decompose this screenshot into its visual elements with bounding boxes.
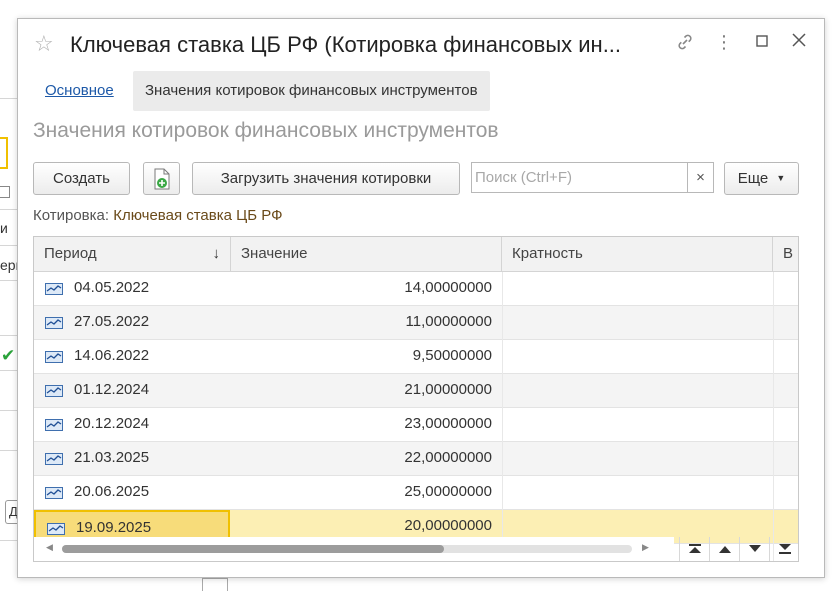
title-bar: ☆ Ключевая ставка ЦБ РФ (Котировка финан… — [18, 19, 824, 71]
period-cell: 20.06.2025 — [34, 476, 230, 509]
next-row-button[interactable] — [739, 537, 769, 561]
bg-text: и — [0, 220, 8, 236]
value-cell: 25,00000000 — [404, 483, 492, 500]
star-icon[interactable]: ☆ — [34, 31, 54, 57]
quote-value-icon — [45, 487, 63, 499]
period-value: 04.05.2022 — [74, 279, 150, 296]
bg-divider — [0, 335, 18, 336]
table-row[interactable]: 20.12.2024 23,00000000 — [34, 408, 798, 442]
bg-check-icon: ✔ — [1, 346, 16, 365]
previous-row-button[interactable] — [709, 537, 739, 561]
create-button[interactable]: Создать — [33, 162, 130, 195]
bg-divider — [0, 410, 18, 411]
period-cell: 04.05.2022 — [34, 272, 230, 305]
table-row[interactable]: 01.12.2024 21,00000000 — [34, 374, 798, 408]
value-cell: 9,50000000 — [412, 347, 492, 364]
last-row-button[interactable] — [769, 537, 798, 561]
bg-bottom-control — [202, 578, 228, 591]
period-value: 27.05.2022 — [74, 313, 150, 330]
quote-values-window: ☆ Ключевая ставка ЦБ РФ (Котировка финан… — [17, 18, 825, 578]
sort-descending-icon: ↓ — [212, 245, 221, 262]
close-icon[interactable] — [787, 32, 811, 53]
quote-info: Котировка: Ключевая ставка ЦБ РФ — [33, 207, 283, 224]
first-row-button[interactable] — [679, 537, 709, 561]
link-icon[interactable] — [673, 32, 697, 57]
bg-divider — [0, 370, 18, 371]
bg-divider — [0, 245, 18, 246]
quote-value-icon — [45, 419, 63, 431]
clear-search-button[interactable]: × — [687, 163, 713, 192]
period-cell: 27.05.2022 — [34, 306, 230, 339]
bg-divider — [0, 280, 18, 281]
dropdown-arrow-icon: ▼ — [776, 173, 786, 183]
value-cell: 21,00000000 — [404, 381, 492, 398]
period-cell: 14.06.2022 — [34, 340, 230, 373]
more-button-label: Еще — [737, 170, 769, 187]
period-value: 20.06.2025 — [74, 483, 150, 500]
column-divider — [502, 272, 503, 561]
value-cell: 20,00000000 — [404, 517, 492, 534]
search-field: × — [471, 162, 714, 193]
column-header-label: Период — [44, 245, 97, 262]
period-cell: 21.03.2025 — [34, 442, 230, 475]
column-header-multiplicity[interactable]: Кратность — [502, 237, 773, 272]
scroll-right-icon[interactable]: ▶ — [642, 542, 649, 553]
form-title: Значения котировок финансовых инструмент… — [33, 119, 499, 142]
scrollbar-thumb[interactable] — [62, 545, 444, 553]
column-header-truncated[interactable]: В — [773, 237, 798, 272]
bg-divider — [0, 540, 18, 541]
more-icon[interactable]: ⋮ — [712, 32, 736, 53]
value-cell: 14,00000000 — [404, 279, 492, 296]
table-row[interactable]: 04.05.2022 14,00000000 — [34, 272, 798, 306]
tab-main[interactable]: Основное — [45, 82, 114, 99]
tab-quote-values[interactable]: Значения котировок финансовых инструмент… — [133, 71, 490, 111]
copy-document-button[interactable] — [143, 162, 180, 195]
quote-value-icon — [47, 523, 65, 535]
column-header-period[interactable]: Период ↓ — [34, 237, 231, 272]
period-value: 21.03.2025 — [74, 449, 150, 466]
column-header-value[interactable]: Значение — [231, 237, 502, 272]
search-input[interactable] — [472, 163, 684, 192]
period-cell: 20.12.2024 — [34, 408, 230, 441]
period-value: 20.12.2024 — [74, 415, 150, 432]
quote-value-icon — [45, 283, 63, 295]
table-header: Период ↓ Значение Кратность В — [34, 237, 798, 272]
load-quote-values-button[interactable]: Загрузить значения котировки — [192, 162, 460, 195]
table-row[interactable]: 20.06.2025 25,00000000 — [34, 476, 798, 510]
quote-value-icon — [45, 453, 63, 465]
bg-divider — [0, 98, 18, 99]
value-cell: 22,00000000 — [404, 449, 492, 466]
last-icon — [778, 544, 791, 554]
quote-value[interactable]: Ключевая ставка ЦБ РФ — [113, 207, 282, 224]
quote-label: Котировка: — [33, 207, 110, 224]
up-icon — [718, 546, 731, 553]
period-value: 01.12.2024 — [74, 381, 150, 398]
table-row[interactable]: 14.06.2022 9,50000000 — [34, 340, 798, 374]
table-row[interactable]: 27.05.2022 11,00000000 — [34, 306, 798, 340]
background-window: и ери ✔ Д — [0, 0, 23, 591]
maximize-icon[interactable] — [750, 32, 774, 53]
bg-calendar-icon — [0, 186, 10, 198]
quote-value-icon — [45, 317, 63, 329]
quote-value-icon — [45, 351, 63, 363]
down-icon — [748, 545, 761, 552]
table-row[interactable]: 21.03.2025 22,00000000 — [34, 442, 798, 476]
window-title: Ключевая ставка ЦБ РФ (Котировка финансо… — [70, 32, 622, 57]
bg-field — [0, 137, 8, 169]
period-value: 19.09.2025 — [76, 519, 152, 536]
value-cell: 11,00000000 — [405, 313, 492, 330]
more-button[interactable]: Еще ▼ — [724, 162, 799, 195]
value-cell: 23,00000000 — [404, 415, 492, 432]
bg-divider — [0, 450, 18, 451]
column-divider — [773, 272, 774, 561]
quote-values-table[interactable]: Период ↓ Значение Кратность В 04.05.2022… — [33, 236, 799, 562]
first-icon — [688, 544, 701, 553]
quote-value-icon — [45, 385, 63, 397]
period-value: 14.06.2022 — [74, 347, 150, 364]
horizontal-scrollbar[interactable]: ◀ ▶ — [34, 537, 674, 561]
bg-divider — [0, 209, 18, 210]
add-document-icon — [154, 168, 169, 190]
scroll-left-icon[interactable]: ◀ — [46, 542, 53, 553]
period-cell: 01.12.2024 — [34, 374, 230, 407]
